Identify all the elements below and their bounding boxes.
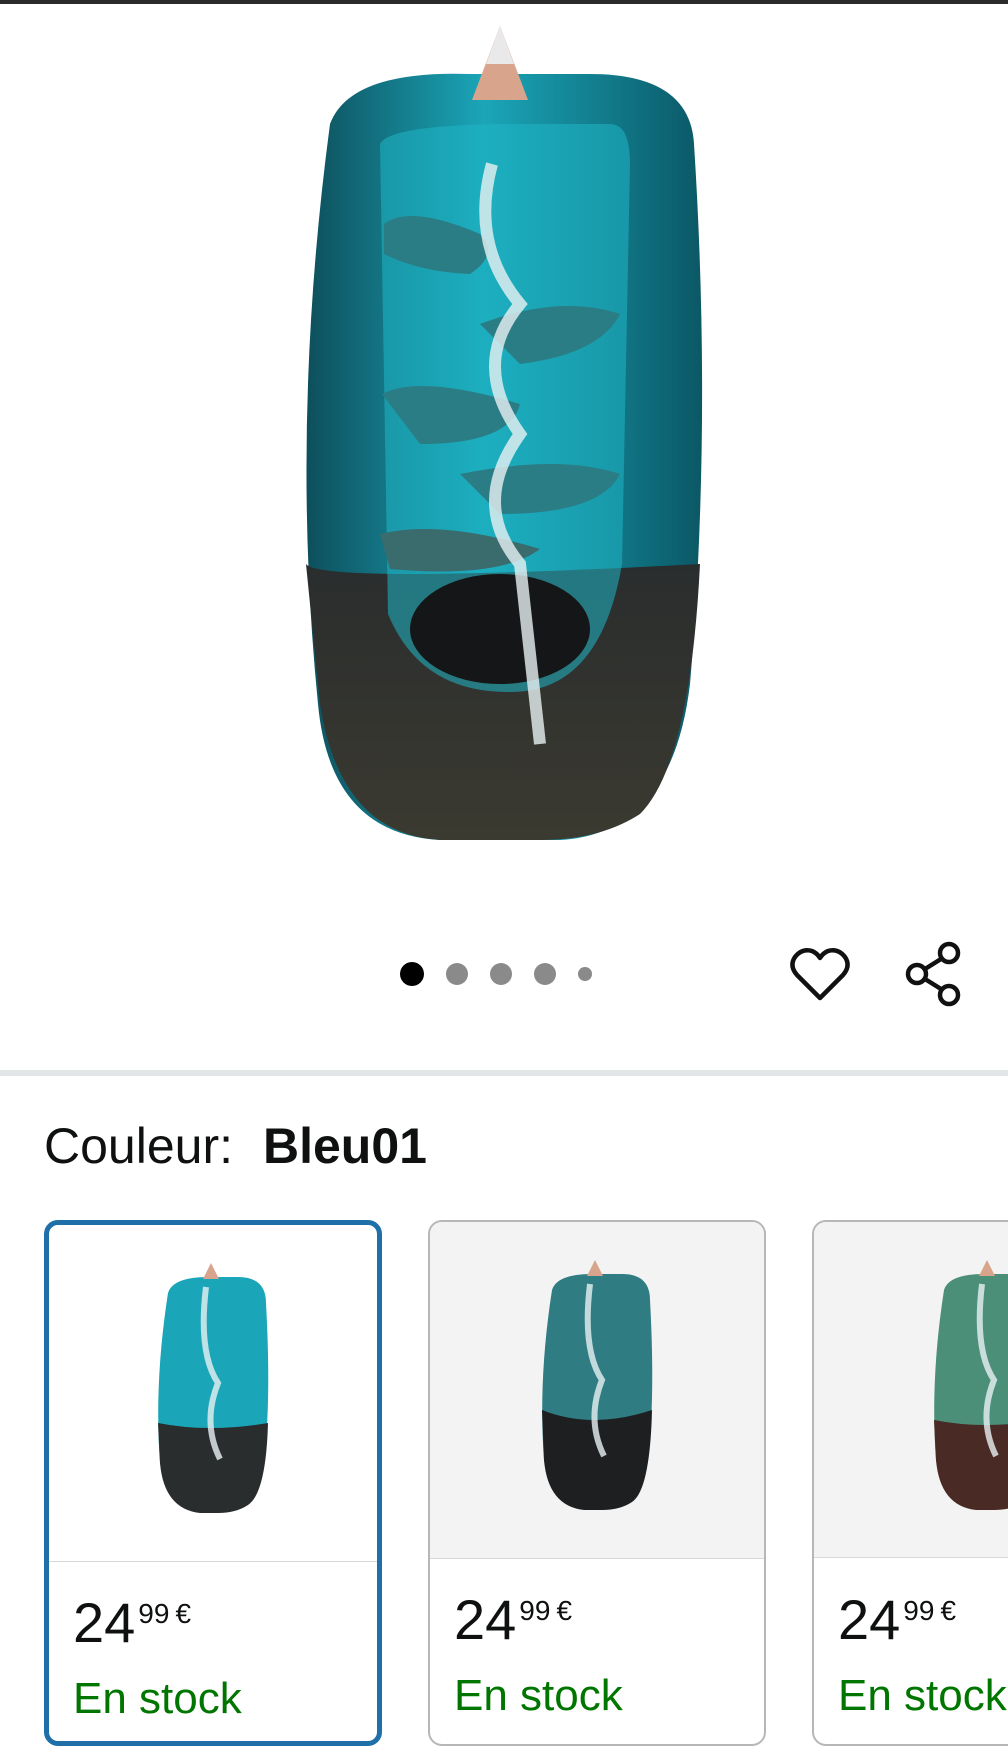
carousel-dot-active[interactable] [400,962,424,986]
price-fraction: 99 [138,1598,170,1629]
product-thumbnail [542,1260,653,1510]
price-fraction: 99 [903,1595,935,1626]
price: 24 99 € [73,1593,191,1653]
variation-header: Couleur: Bleu01 [44,1116,427,1176]
price-fraction: 99 [519,1595,551,1626]
price-whole: 24 [73,1591,136,1654]
carousel-indicator [400,962,614,986]
availability-status: En stock [838,1671,1007,1720]
carousel-dot[interactable] [446,963,468,985]
availability-status: En stock [454,1671,623,1720]
product-image [306,26,703,841]
heart-outline-icon [790,948,850,1001]
variation-selected-value: Bleu01 [263,1118,427,1174]
price-currency: € [940,1595,957,1626]
share-button[interactable] [898,938,970,1010]
variation-option-card[interactable]: 24 99 € En stock [428,1220,766,1746]
variation-option-image [430,1222,764,1559]
share-icon [905,941,961,1007]
price-currency: € [556,1595,573,1626]
price-whole: 24 [454,1588,517,1651]
product-thumbnail [158,1263,269,1513]
price: 24 99 € [838,1590,956,1650]
product-image-carousel[interactable] [0,4,1008,1070]
price-currency: € [175,1598,192,1629]
wishlist-button[interactable] [784,938,856,1010]
variation-label: Couleur: [44,1118,233,1174]
variation-option-image [814,1222,1008,1558]
variation-options: 24 99 € En stock 24 99 € En stock 24 99 … [0,1220,1008,1754]
carousel-dot[interactable] [534,963,556,985]
variation-option-card[interactable]: 24 99 € En stock [812,1220,1008,1746]
variation-option-card-selected[interactable]: 24 99 € En stock [44,1220,382,1746]
price-whole: 24 [838,1588,901,1651]
price: 24 99 € [454,1590,572,1650]
carousel-dot[interactable] [490,963,512,985]
variation-option-image [49,1225,377,1562]
section-divider [0,1070,1008,1076]
availability-status: En stock [73,1674,242,1723]
product-thumbnail [934,1259,1008,1510]
carousel-dot[interactable] [578,967,592,981]
